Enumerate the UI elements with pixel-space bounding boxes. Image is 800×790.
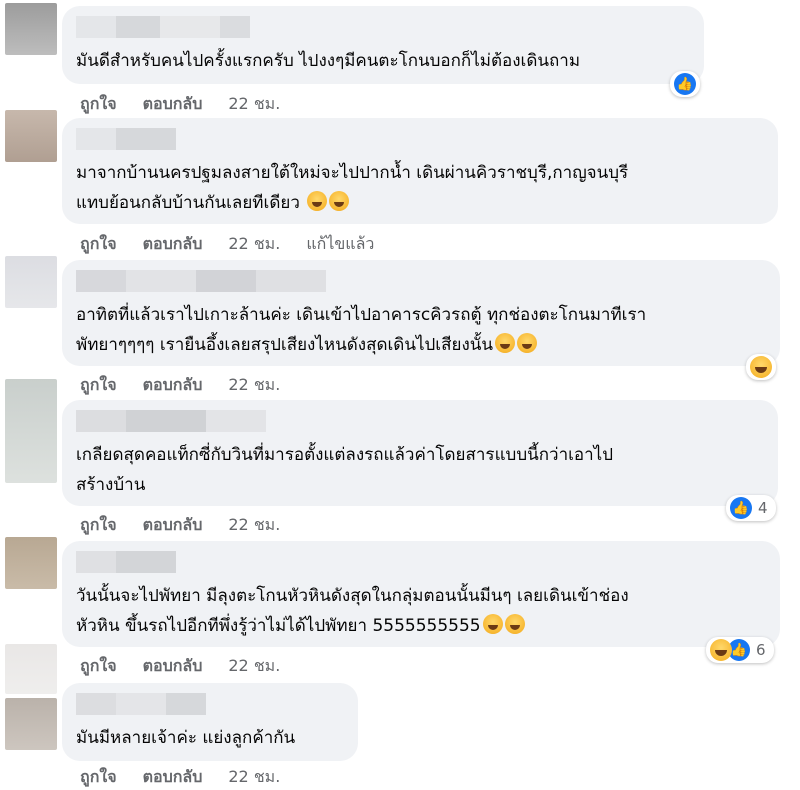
edited-label: แก้ไขแล้ว	[306, 234, 375, 253]
author-name-blurred[interactable]	[76, 128, 764, 150]
laughing-emoji-icon	[504, 614, 525, 634]
comment-actions: ถูกใจ ตอบกลับ 22 ชม.	[80, 92, 280, 117]
timestamp[interactable]: 22 ชม.	[228, 654, 280, 679]
crying-emoji-icon	[495, 333, 515, 353]
avatar[interactable]	[5, 644, 57, 694]
timestamp[interactable]: 22 ชม.	[228, 765, 280, 790]
reaction-count: 6	[756, 641, 766, 659]
like-icon: 👍	[674, 73, 696, 95]
like-button[interactable]: ถูกใจ	[80, 373, 117, 398]
author-name-blurred[interactable]	[76, 16, 690, 38]
comment-actions: ถูกใจ ตอบกลับ 22 ชม.	[80, 654, 280, 679]
haha-icon	[750, 356, 772, 378]
comment-text: เกลียดสุดคอแท็กซี่กับวินที่มารอตั้งแต่ลง…	[76, 445, 614, 495]
avatar[interactable]	[5, 698, 57, 750]
avatar[interactable]	[5, 256, 57, 308]
reply-button[interactable]: ตอบกลับ	[143, 373, 203, 398]
crying-emoji-icon	[517, 333, 537, 353]
comment-actions: ถูกใจ ตอบกลับ 22 ชม.	[80, 373, 280, 398]
reaction-summary[interactable]	[746, 354, 776, 380]
comment-bubble: มันดีสำหรับคนไปครั้งแรกครับ ไปงงๆมีคนตะโ…	[62, 6, 704, 84]
reaction-summary[interactable]: 👍 6	[706, 637, 774, 663]
reaction-count: 4	[758, 499, 768, 517]
timestamp[interactable]: 22 ชม.	[228, 232, 280, 257]
timestamp[interactable]: 22 ชม.	[228, 513, 280, 538]
reply-button[interactable]: ตอบกลับ	[143, 765, 203, 790]
author-name-blurred[interactable]	[76, 270, 766, 292]
comment-actions: ถูกใจ ตอบกลับ 22 ชม. แก้ไขแล้ว	[80, 232, 374, 257]
timestamp[interactable]: 22 ชม.	[228, 373, 280, 398]
comment-text: วันนั้นจะไปพัทยา มีลุงตะโกนหัวหินดังสุดใ…	[76, 586, 629, 636]
comment-actions: ถูกใจ ตอบกลับ 22 ชม.	[80, 513, 280, 538]
comment-bubble: มาจากบ้านนครปฐมลงสายใต้ใหม่จะไปปากน้ำ เด…	[62, 118, 778, 224]
rofl-emoji-icon	[329, 191, 350, 211]
author-name-blurred[interactable]	[76, 410, 764, 432]
avatar[interactable]	[5, 537, 57, 589]
comment-text: มันดีสำหรับคนไปครั้งแรกครับ ไปงงๆมีคนตะโ…	[76, 51, 581, 71]
rofl-emoji-icon	[307, 191, 328, 211]
reply-button[interactable]: ตอบกลับ	[143, 92, 203, 117]
comment-bubble: เกลียดสุดคอแท็กซี่กับวินที่มารอตั้งแต่ลง…	[62, 400, 778, 506]
like-button[interactable]: ถูกใจ	[80, 654, 117, 679]
haha-icon	[710, 639, 732, 661]
like-button[interactable]: ถูกใจ	[80, 513, 117, 538]
author-name-blurred[interactable]	[76, 551, 766, 573]
reply-button[interactable]: ตอบกลับ	[143, 232, 203, 257]
reaction-summary[interactable]: 👍	[670, 71, 700, 97]
reply-button[interactable]: ตอบกลับ	[143, 654, 203, 679]
timestamp[interactable]: 22 ชม.	[228, 92, 280, 117]
like-button[interactable]: ถูกใจ	[80, 232, 117, 257]
comment-text: มาจากบ้านนครปฐมลงสายใต้ใหม่จะไปปากน้ำ เด…	[76, 163, 629, 213]
like-button[interactable]: ถูกใจ	[80, 92, 117, 117]
avatar[interactable]	[5, 110, 57, 162]
like-icon: 👍	[730, 497, 752, 519]
comment-bubble: อาทิตที่แล้วเราไปเกาะล้านค่ะ เดินเข้าไปอ…	[62, 260, 780, 366]
author-name-blurred[interactable]	[76, 693, 344, 715]
comment-actions: ถูกใจ ตอบกลับ 22 ชม.	[80, 765, 280, 790]
avatar[interactable]	[5, 379, 57, 483]
reaction-summary[interactable]: 👍 4	[726, 495, 776, 521]
comment-bubble: มันมีหลายเจ้าค่ะ แย่งลูกค้ากัน	[62, 683, 358, 761]
like-button[interactable]: ถูกใจ	[80, 765, 117, 790]
comment-bubble: วันนั้นจะไปพัทยา มีลุงตะโกนหัวหินดังสุดใ…	[62, 541, 780, 647]
reply-button[interactable]: ตอบกลับ	[143, 513, 203, 538]
comment-text: มันมีหลายเจ้าค่ะ แย่งลูกค้ากัน	[76, 728, 296, 748]
avatar[interactable]	[5, 3, 57, 55]
comment-text: อาทิตที่แล้วเราไปเกาะล้านค่ะ เดินเข้าไปอ…	[76, 305, 647, 355]
laughing-emoji-icon	[482, 614, 503, 634]
